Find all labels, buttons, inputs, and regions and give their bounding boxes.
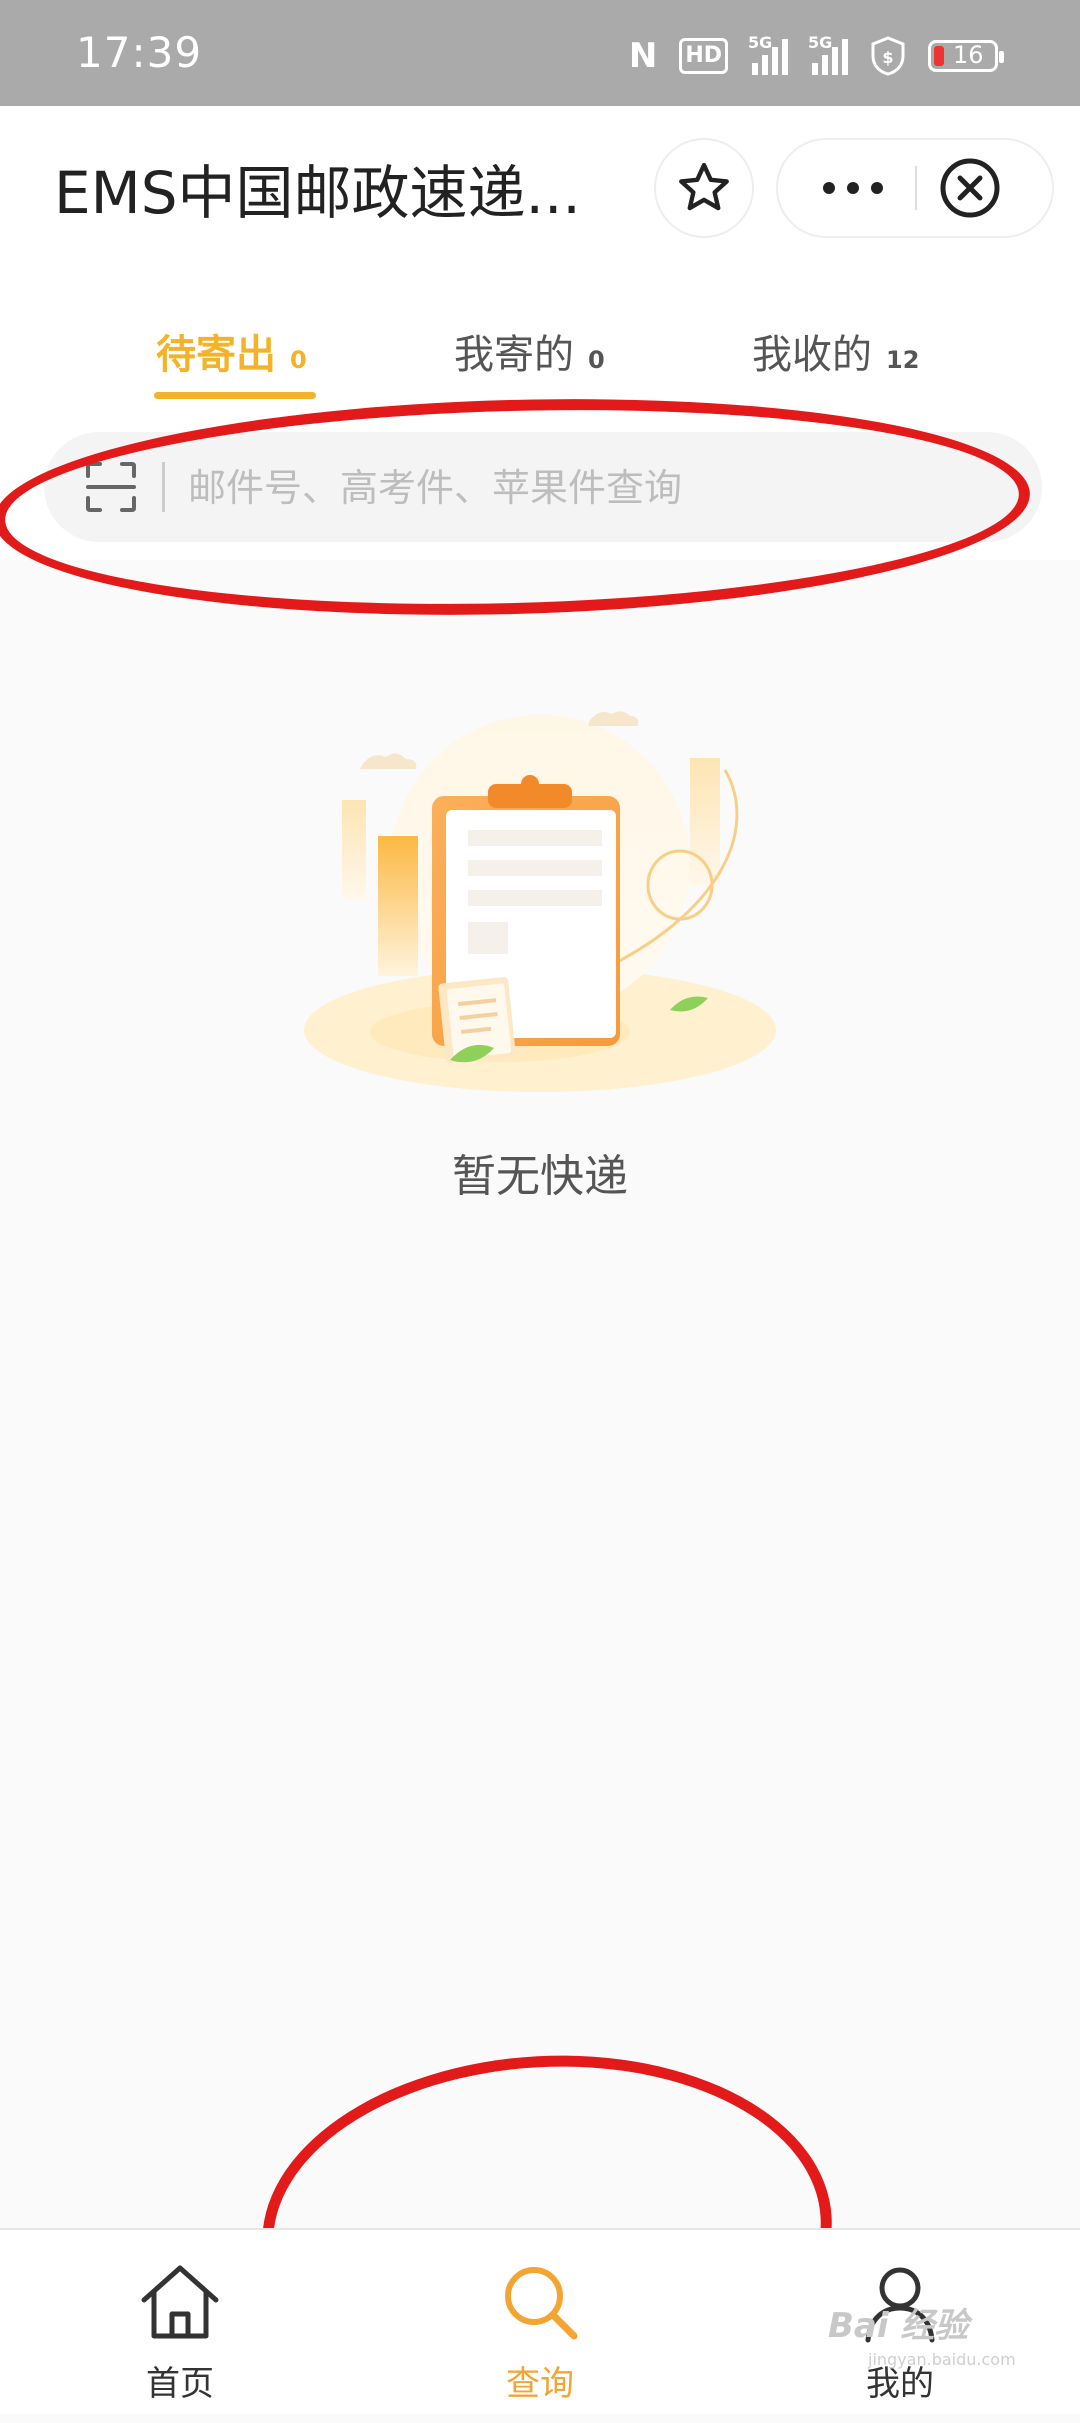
signal-icon-2: 5G bbox=[808, 33, 848, 75]
shield-icon: $ bbox=[871, 36, 905, 76]
nav-query-label: 查询 bbox=[506, 2364, 574, 2404]
tab-count: 0 bbox=[588, 346, 605, 374]
tab-count: 0 bbox=[290, 346, 307, 374]
search-input[interactable] bbox=[186, 452, 990, 524]
favorite-button[interactable] bbox=[654, 138, 754, 238]
battery-icon: 16 bbox=[928, 40, 1004, 72]
nav-home[interactable]: 首页 bbox=[60, 2230, 300, 2414]
svg-text:$: $ bbox=[882, 48, 893, 67]
mini-program-header: EMS中国邮政速递... bbox=[0, 106, 1080, 276]
more-icon-dot bbox=[871, 182, 883, 194]
tab-bar: 待寄出 0 我寄的 0 我收的 12 bbox=[0, 276, 1080, 410]
search-icon bbox=[505, 2267, 578, 2340]
search-divider bbox=[162, 462, 165, 512]
page-title: EMS中国邮政速递... bbox=[54, 159, 581, 227]
tab-received[interactable]: 我收的 12 bbox=[752, 322, 919, 380]
search-bar bbox=[44, 432, 1042, 542]
tab-pending[interactable]: 待寄出 0 bbox=[156, 322, 307, 380]
scan-icon[interactable] bbox=[84, 460, 138, 514]
empty-state-text: 暂无快递 bbox=[452, 1151, 628, 1202]
capsule-menu bbox=[776, 138, 1054, 238]
home-icon bbox=[141, 2265, 219, 2339]
nav-query[interactable]: 查询 bbox=[420, 2230, 660, 2414]
signal-label: 5G bbox=[748, 33, 773, 52]
nav-home-label: 首页 bbox=[146, 2364, 214, 2404]
signal-label-2: 5G bbox=[808, 33, 833, 52]
status-icons: N HD 5G 5G $ 16 bbox=[628, 33, 1004, 76]
nfc-icon: N bbox=[628, 36, 658, 76]
hd-voice-icon: HD bbox=[679, 38, 728, 74]
star-icon bbox=[679, 162, 729, 211]
tab-label: 待寄出 bbox=[156, 332, 276, 378]
more-icon-dot bbox=[847, 182, 859, 194]
tab-count: 12 bbox=[886, 346, 920, 374]
signal-icon: 5G bbox=[748, 33, 788, 75]
tab-label: 我收的 bbox=[752, 332, 872, 378]
more-button[interactable] bbox=[798, 140, 908, 236]
status-bar: 17:39 N HD 5G 5G $ 16 bbox=[0, 0, 1080, 106]
capsule-divider bbox=[915, 166, 917, 210]
more-icon-dot bbox=[823, 182, 835, 194]
watermark-url: jingyan.baidu.com bbox=[868, 2350, 1016, 2369]
battery-level: 16 bbox=[953, 41, 984, 69]
watermark: Bai 经验 bbox=[828, 2306, 969, 2346]
clipboard-illustration bbox=[304, 711, 776, 1092]
status-time: 17:39 bbox=[76, 28, 203, 77]
tab-label: 我寄的 bbox=[454, 332, 574, 378]
active-tab-indicator bbox=[154, 392, 316, 399]
close-icon[interactable] bbox=[938, 156, 1002, 220]
tab-sent[interactable]: 我寄的 0 bbox=[454, 322, 605, 380]
search-section bbox=[0, 410, 1080, 560]
